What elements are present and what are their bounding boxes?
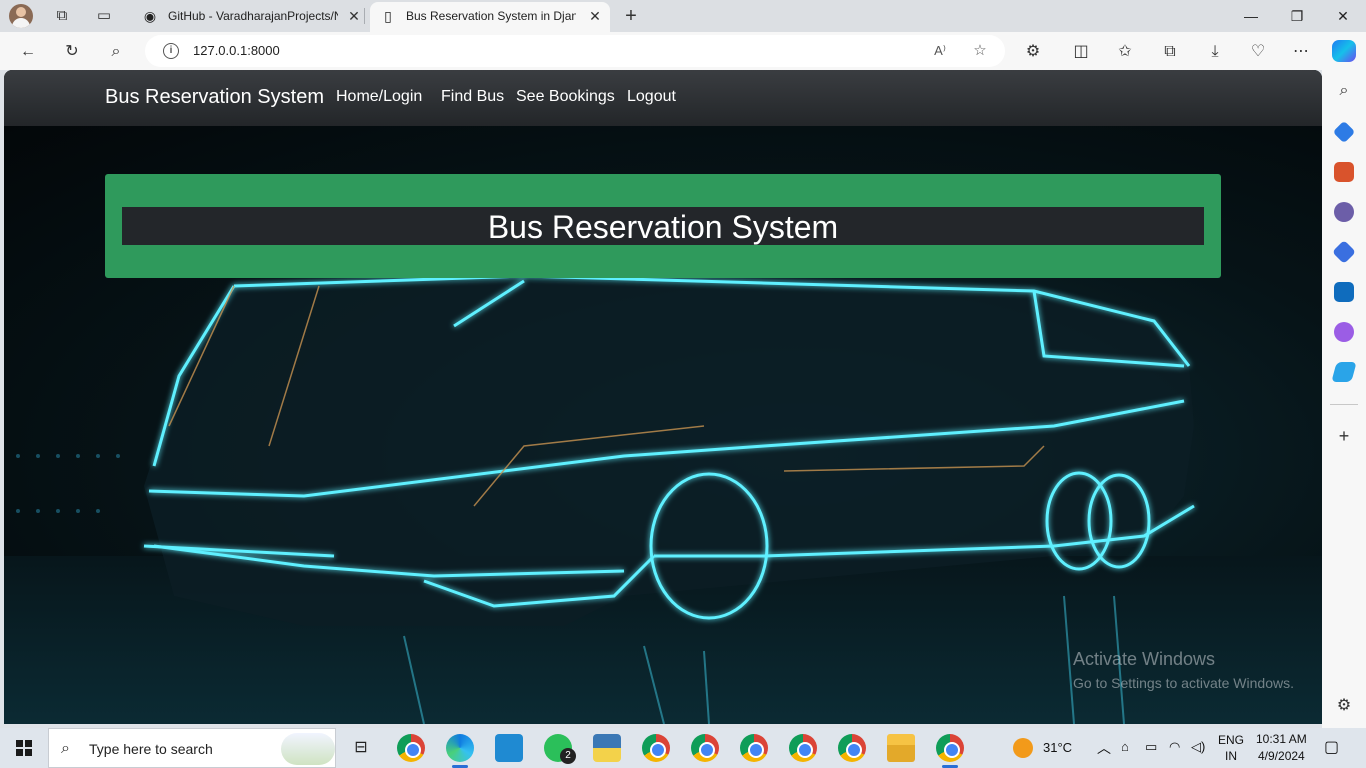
chrome-profile-2-icon[interactable]: [642, 734, 670, 762]
tab-title: Bus Reservation System in Djang: [406, 9, 576, 23]
page-icon: ▯: [384, 8, 392, 24]
close-window-button[interactable]: ✕: [1320, 0, 1366, 32]
sidebar-designer-icon[interactable]: [1334, 322, 1354, 342]
sidebar-microsoft365-icon[interactable]: [1331, 239, 1357, 265]
back-icon[interactable]: ←: [15, 39, 41, 65]
weather-sun-icon[interactable]: [1013, 738, 1033, 758]
search-icon: ⌕: [61, 740, 70, 757]
sidebar-settings-icon[interactable]: ⚙: [1334, 696, 1354, 716]
clock-date[interactable]: 4/9/2024: [1258, 749, 1305, 763]
vscode-icon[interactable]: [495, 734, 523, 762]
workspaces-icon[interactable]: ⧉: [50, 4, 74, 28]
sidebar-tools-icon[interactable]: [1334, 162, 1354, 182]
nav-home-login[interactable]: Home/Login: [336, 88, 422, 106]
nav-see-bookings[interactable]: See Bookings: [516, 88, 615, 106]
hero-banner: Bus Reservation System: [105, 174, 1221, 278]
battery-icon[interactable]: ▭: [1145, 739, 1157, 755]
whatsapp-badge: 2: [560, 748, 576, 764]
wifi-icon[interactable]: ◠: [1169, 739, 1180, 755]
read-aloud-icon[interactable]: A⁾: [929, 40, 951, 62]
sidebar-games-icon[interactable]: [1334, 202, 1354, 222]
region-indicator[interactable]: IN: [1225, 749, 1237, 763]
file-explorer-icon[interactable]: [887, 734, 915, 762]
address-bar[interactable]: i 127.0.0.1:8000 A⁾ ☆: [145, 35, 1005, 67]
windows-taskbar: ⌕ Type here to search ⊟ 2 31°C ︿ ⌂ ▭ ◠ ◁…: [0, 728, 1366, 768]
tab-separator: [364, 8, 365, 24]
search-icon[interactable]: ⌕: [103, 39, 129, 65]
tray-overflow-chevron-icon[interactable]: ︿: [1097, 738, 1111, 758]
browser-toolbar: ← ↻ ⌕ i 127.0.0.1:8000 A⁾ ☆ ⚙ ◫ ✩ ⧉ ⤓ ♡ …: [0, 32, 1366, 70]
extensions-icon[interactable]: ⚙: [1020, 39, 1046, 65]
browser-tab-strip: ⧉ ▭ ◉ GitHub - VaradharajanProjects/N ✕ …: [0, 0, 1366, 32]
close-tab-icon[interactable]: ✕: [585, 2, 605, 30]
tab-bus-reservation[interactable]: ▯ Bus Reservation System in Djang ✕: [370, 2, 610, 32]
github-icon: ◉: [143, 8, 157, 24]
activate-windows-title: Activate Windows: [1073, 649, 1216, 669]
restore-button[interactable]: ❐: [1274, 0, 1320, 32]
url-text[interactable]: 127.0.0.1:8000: [193, 43, 280, 58]
activate-windows-subtitle: Go to Settings to activate Windows.: [1073, 675, 1294, 691]
taskbar-search-box[interactable]: ⌕ Type here to search: [48, 728, 336, 768]
page-viewport: Bus Reservation System Home/Login Find B…: [4, 70, 1322, 724]
edge-sidebar: ⌕ + ⚙: [1322, 70, 1366, 728]
chrome-profile-3-icon[interactable]: [691, 734, 719, 762]
close-tab-icon[interactable]: ✕: [344, 2, 364, 30]
python-icon[interactable]: [593, 734, 621, 762]
volume-icon[interactable]: ◁): [1191, 739, 1205, 755]
copilot-icon[interactable]: [1332, 40, 1356, 62]
sidebar-outlook-icon[interactable]: [1334, 282, 1354, 302]
nav-find-bus[interactable]: Find Bus: [441, 88, 504, 106]
search-highlight-unicorn-icon: [281, 733, 335, 765]
windows-start-icon[interactable]: [16, 740, 32, 756]
favorites-icon[interactable]: ✩: [1112, 39, 1138, 65]
split-screen-icon[interactable]: ◫: [1068, 39, 1094, 65]
more-menu-icon[interactable]: ⋯: [1288, 39, 1314, 65]
language-indicator[interactable]: ENG: [1218, 733, 1244, 747]
site-info-icon[interactable]: i: [163, 43, 179, 59]
browser-essentials-icon[interactable]: ♡: [1245, 39, 1271, 65]
taskbar-search-placeholder: Type here to search: [89, 741, 213, 757]
new-tab-icon[interactable]: +: [619, 4, 643, 28]
edge-icon[interactable]: [446, 734, 474, 768]
minimize-button[interactable]: —: [1228, 0, 1274, 32]
collections-icon[interactable]: ⧉: [1157, 39, 1183, 65]
tray-device-icon[interactable]: ⌂: [1121, 739, 1129, 754]
chrome-active-icon[interactable]: [936, 734, 964, 768]
chrome-profile-6-icon[interactable]: [838, 734, 866, 762]
tab-title: GitHub - VaradharajanProjects/N: [168, 9, 338, 23]
notifications-icon[interactable]: ▢: [1324, 737, 1339, 757]
weather-temperature[interactable]: 31°C: [1043, 740, 1072, 755]
nav-logout[interactable]: Logout: [627, 88, 676, 106]
favorite-star-icon[interactable]: ☆: [969, 40, 991, 62]
chrome-profile-4-icon[interactable]: [740, 734, 768, 762]
sidebar-divider: [1330, 404, 1358, 405]
sidebar-shopping-icon[interactable]: [1332, 120, 1356, 144]
sidebar-search-icon[interactable]: ⌕: [1334, 81, 1354, 101]
hero-section: Bus Reservation System Activate Windows …: [4, 126, 1322, 724]
sidebar-add-icon[interactable]: +: [1334, 426, 1354, 446]
clock-time[interactable]: 10:31 AM: [1256, 732, 1307, 746]
profile-avatar[interactable]: [9, 4, 33, 28]
whatsapp-icon[interactable]: 2: [544, 734, 576, 764]
navbar-brand[interactable]: Bus Reservation System: [105, 86, 324, 109]
sidebar-drop-icon[interactable]: [1331, 362, 1357, 382]
site-navbar: Bus Reservation System Home/Login Find B…: [4, 70, 1322, 126]
tab-actions-icon[interactable]: ▭: [92, 4, 116, 28]
refresh-icon[interactable]: ↻: [59, 39, 85, 65]
tab-github[interactable]: ◉ GitHub - VaradharajanProjects/N ✕: [132, 2, 364, 32]
downloads-icon[interactable]: ⤓: [1202, 39, 1228, 65]
chrome-icon[interactable]: [397, 734, 425, 762]
task-view-icon[interactable]: ⊟: [347, 734, 375, 762]
hero-title-bar: Bus Reservation System: [122, 207, 1204, 245]
chrome-profile-5-icon[interactable]: [789, 734, 817, 762]
hero-title: Bus Reservation System: [487, 209, 839, 245]
